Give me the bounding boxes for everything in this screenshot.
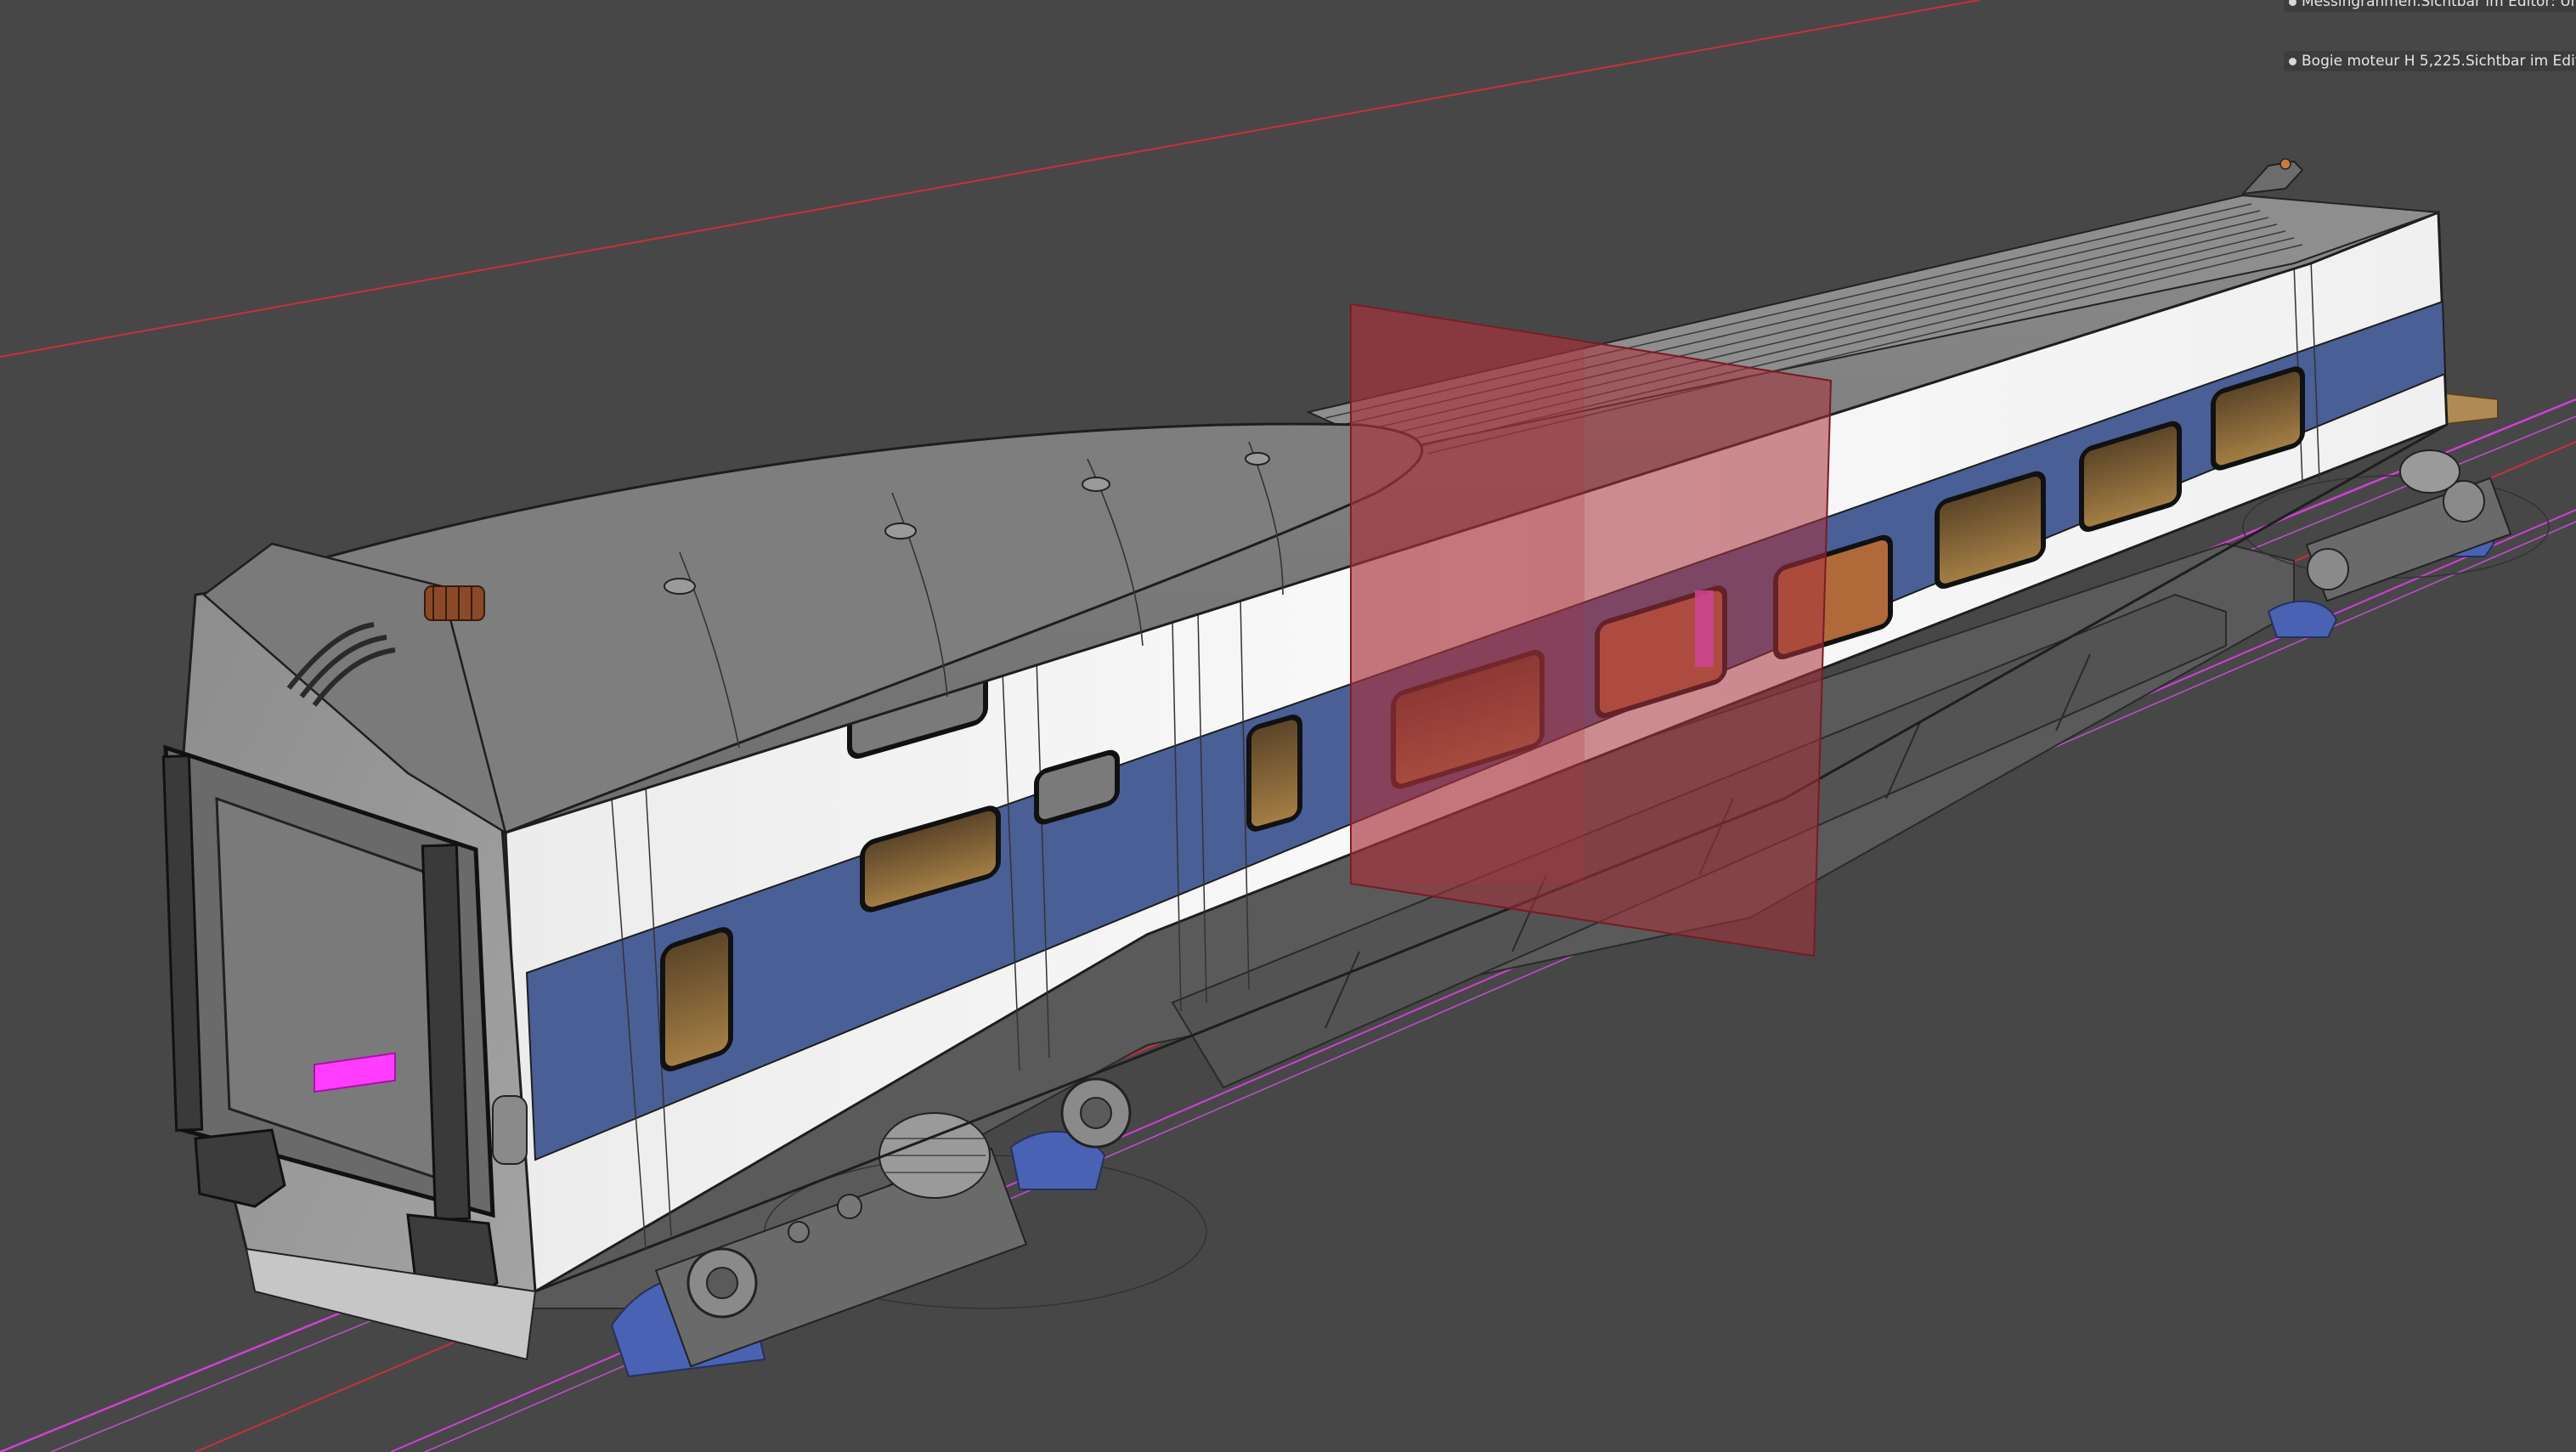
object-label-bogie-moteur[interactable]: Bogie moteur H 5,225.Sichtbar im Editor:…: [2284, 51, 2576, 71]
object-label-text: Bogie moteur H 5,225.Sichtbar im Editor:…: [2302, 53, 2576, 70]
object-label-messingrahmen[interactable]: Messingrahmen.Sichtbar im Editor: Unde: [2284, 0, 2576, 12]
scene-canvas[interactable]: [0, 0, 2576, 1452]
roof-insulator: [424, 585, 485, 621]
window-4: [1246, 715, 1302, 832]
buffer-left: [194, 1128, 286, 1208]
section-plane[interactable]: [1350, 302, 1833, 958]
object-dot-icon: [2289, 57, 2296, 65]
x-axis-line-upper: [0, 0, 1980, 358]
object-label-text: Messingrahmen.Sichtbar im Editor: Unde: [2302, 0, 2576, 10]
window-1: [660, 927, 733, 1071]
3d-viewport[interactable]: Messingrahmen.Sichtbar im Editor: Unde B…: [0, 0, 2576, 1452]
object-dot-icon: [2289, 0, 2296, 6]
rear-roof-horn: [2240, 160, 2304, 195]
